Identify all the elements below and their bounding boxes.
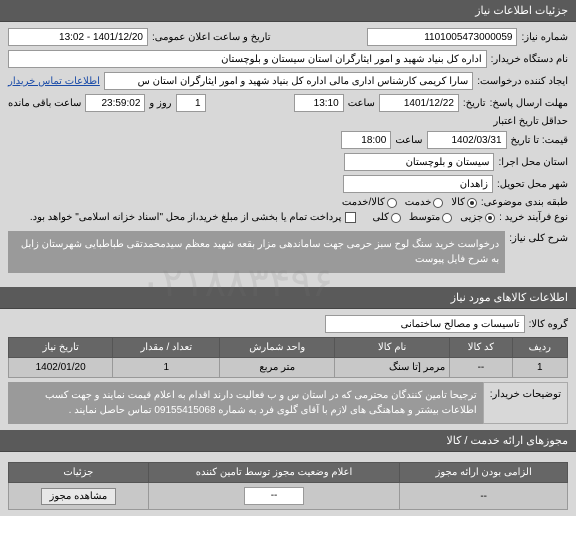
buyer-notes-label: توضیحات خریدار:: [483, 382, 568, 424]
exec-province-value: سیستان و بلوچستان: [344, 153, 494, 171]
buyer-org-value: اداره کل بنیاد شهید و امور ایثارگران است…: [8, 50, 487, 68]
goods-group-label: گروه کالا:: [529, 319, 568, 330]
remaining-label: ساعت باقی مانده: [8, 98, 81, 109]
radio-total-label: کلی: [372, 212, 388, 223]
min-credit-label: حداقل تاریخ اعتبار: [493, 116, 568, 127]
td-status: --: [148, 483, 400, 510]
radio-service-label: خدمت: [405, 197, 432, 208]
radio-partial-label: جزیی: [460, 212, 483, 223]
section-goods-info: اطلاعات کالاهای مورد نیاز: [0, 287, 576, 309]
section-licenses: مجوزهای ارائه خدمت / کالا: [0, 430, 576, 452]
request-creator-value: سارا کریمی کارشناس اداری مالی اداره کل ب…: [104, 72, 473, 90]
th-code: کد کالا: [450, 338, 512, 358]
deadline-label: مهلت ارسال پاسخ:: [490, 98, 568, 109]
td-code: --: [450, 358, 512, 378]
purchase-type-label: نوع فرآیند خرید :: [499, 212, 568, 223]
credit-date-value: 1402/03/31: [427, 131, 507, 149]
need-number-value: 1101005473000059: [367, 28, 517, 46]
purchase-type-radios: جزیی متوسط کلی: [372, 212, 495, 223]
radio-goods-service[interactable]: کالا/خدمت: [342, 197, 397, 208]
radio-medium-label: متوسط: [409, 212, 440, 223]
deadline-date-value: 1401/12/22: [379, 94, 459, 112]
radio-goods-service-label: کالا/خدمت: [342, 197, 385, 208]
radio-icon: [442, 213, 452, 223]
time-label-2: ساعت: [395, 135, 422, 146]
goods-group-value: تاسیسات و مصالح ساختمانی: [325, 315, 525, 333]
request-creator-label: ایجاد کننده درخواست:: [477, 76, 568, 87]
td-date: 1402/01/20: [9, 358, 113, 378]
radio-icon: [391, 213, 401, 223]
radio-icon: [485, 213, 495, 223]
announce-date-value: 1401/12/20 - 13:02: [8, 28, 148, 46]
time-label-1: ساعت: [348, 98, 375, 109]
buyer-notes-value: ترجیحا تامین کنندگان محترمی که در استان …: [8, 382, 483, 424]
need-info-form: شماره نیاز: 1101005473000059 تاریخ و ساع…: [0, 22, 576, 287]
purchase-note: پرداخت تمام یا بخشی از مبلغ خرید،از محل …: [30, 212, 342, 223]
need-number-label: شماره نیاز:: [521, 32, 568, 43]
th-qty: تعداد / مقدار: [113, 338, 220, 358]
td-qty: 1: [113, 358, 220, 378]
subject-class-label: طبقه بندی موضوعی:: [481, 197, 568, 208]
history-label-1: تاریخ:: [463, 98, 486, 109]
remaining-time-value: 23:59:02: [85, 94, 145, 112]
th-name: نام کالا: [335, 338, 450, 358]
th-mandatory: الزامی بودن ارائه مجوز: [400, 463, 568, 483]
th-details: جزئیات: [9, 463, 149, 483]
buyer-org-label: نام دستگاه خریدار:: [491, 54, 568, 65]
day-label: روز و: [149, 98, 171, 109]
goods-info-area: گروه کالا: تاسیسات و مصالح ساختمانی ردیف…: [0, 309, 576, 430]
announce-date-label: تاریخ و ساعت اعلان عمومی:: [152, 32, 271, 43]
radio-goods[interactable]: کالا: [451, 197, 477, 208]
th-unit: واحد شمارش: [220, 338, 335, 358]
radio-partial[interactable]: جزیی: [460, 212, 495, 223]
td-mandatory: --: [400, 483, 568, 510]
radio-icon: [433, 198, 443, 208]
license-table: الزامی بودن ارائه مجوز اعلام وضعیت مجوز …: [8, 462, 568, 510]
remaining-days-value: 1: [176, 94, 206, 112]
need-summary-label: شرح کلی نیاز:: [509, 227, 568, 244]
view-license-button[interactable]: مشاهده مجوز: [41, 488, 117, 505]
delivery-city-label: شهر محل تحویل:: [497, 179, 568, 190]
th-date: تاریخ نیاز: [9, 338, 113, 358]
exec-province-label: استان محل اجرا:: [498, 157, 568, 168]
th-row: ردیف: [512, 338, 567, 358]
td-row: 1: [512, 358, 567, 378]
section-need-info: جزئیات اطلاعات نیاز: [0, 0, 576, 22]
td-unit: متر مربع: [220, 358, 335, 378]
td-details: مشاهده مجوز: [9, 483, 149, 510]
buyer-notes-row: توضیحات خریدار: ترجیحا تامین کنندگان محت…: [8, 382, 568, 424]
table-row: 1 -- مرمر [تا سنگ متر مربع 1 1402/01/20: [9, 358, 568, 378]
licenses-area: الزامی بودن ارائه مجوز اعلام وضعیت مجوز …: [0, 452, 576, 516]
td-name: مرمر [تا سنگ: [335, 358, 450, 378]
radio-service[interactable]: خدمت: [405, 197, 444, 208]
table-row: -- -- مشاهده مجوز: [9, 483, 568, 510]
radio-total[interactable]: کلی: [372, 212, 400, 223]
radio-medium[interactable]: متوسط: [409, 212, 452, 223]
goods-table: ردیف کد کالا نام کالا واحد شمارش تعداد /…: [8, 337, 568, 378]
contact-buyer-link[interactable]: اطلاعات تماس خریدار: [8, 76, 100, 87]
need-summary-value: درخواست خرید سنگ لوح سبز حرمی جهت ساماند…: [8, 231, 505, 273]
price-until-label: قیمت: تا تاریخ: [511, 135, 568, 146]
radio-goods-label: کالا: [451, 197, 465, 208]
deadline-time-value: 13:10: [294, 94, 344, 112]
treasury-checkbox[interactable]: [345, 212, 356, 223]
credit-time-value: 18:00: [341, 131, 391, 149]
radio-icon: [467, 198, 477, 208]
th-status: اعلام وضعیت مجوز توسط تامین کننده: [148, 463, 400, 483]
radio-icon: [387, 198, 397, 208]
subject-class-radios: کالا خدمت کالا/خدمت: [342, 197, 477, 208]
delivery-city-value: زاهدان: [343, 175, 493, 193]
